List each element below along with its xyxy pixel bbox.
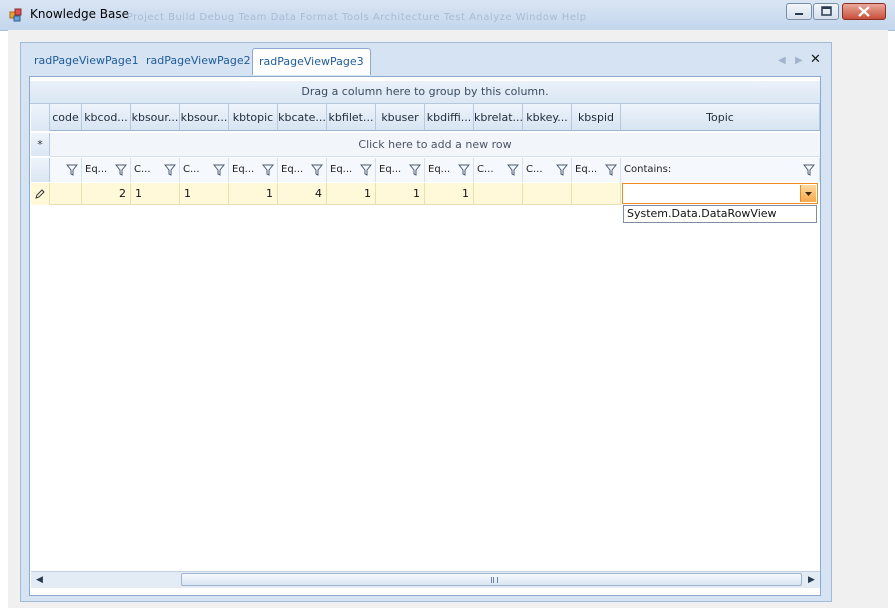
filter-cell-code[interactable] [50,158,82,182]
filter-operator: C... [183,164,200,175]
filter-icon[interactable] [803,164,815,176]
filter-cell-topic[interactable]: Contains: [621,158,820,182]
column-header-kbrelated[interactable]: kbrelat... [474,104,523,131]
minimize-button[interactable] [786,3,812,20]
cell-kbdifficulty[interactable]: 1 [425,183,474,205]
horizontal-scrollbar[interactable]: ◀ ▶ [31,571,820,588]
scrollbar-grip-icon [491,577,498,583]
column-header-kbdifficulty[interactable]: kbdiffi... [425,104,474,131]
tab-close-icon[interactable]: ✕ [810,52,821,67]
filter-icon[interactable] [605,164,617,176]
maximize-icon [821,6,832,16]
header-row-indicator [31,104,50,131]
tab-radpageviewpage1[interactable]: radPageViewPage1 [28,48,145,74]
cell-kbtopic[interactable]: 1 [229,183,278,205]
chevron-down-icon [805,192,812,196]
cell-kbuser[interactable]: 1 [376,183,425,205]
filter-cell-kbtopic[interactable]: Eq... [229,158,278,182]
pencil-icon [35,189,45,199]
column-header-kbfiletype[interactable]: kbfilet... [327,104,376,131]
close-window-button[interactable] [842,3,886,20]
filter-cell-kbrelated[interactable]: C... [474,158,523,182]
filter-cell-kbsource-1[interactable]: C... [131,158,180,182]
filter-cell-kbsource-2[interactable]: C... [180,158,229,182]
column-header-code[interactable]: code [50,104,82,131]
filter-operator: Eq... [428,164,451,175]
tab-scroll-right-icon[interactable]: ▶ [795,55,803,66]
filter-operator: C... [526,164,543,175]
filter-operator: Eq... [232,164,255,175]
column-header-kbkeywords[interactable]: kbkey... [523,104,572,131]
scrollbar-thumb[interactable] [181,573,802,586]
cell-kbsource-1[interactable]: 1 [131,183,180,205]
row-edit-indicator [31,183,50,205]
filter-icon[interactable] [213,164,225,176]
filter-icon[interactable] [507,164,519,176]
cell-kbcode[interactable]: 2 [82,183,131,205]
tab-radpageviewpage3[interactable]: radPageViewPage3 [252,48,371,75]
filter-icon[interactable] [262,164,274,176]
filter-operator: Eq... [281,164,304,175]
filter-cell-kbfiletype[interactable]: Eq... [327,158,376,182]
filter-cell-kbdifficulty[interactable]: Eq... [425,158,474,182]
filter-operator: Eq... [575,164,598,175]
filter-operator: Eq... [379,164,402,175]
filter-operator: Eq... [330,164,353,175]
group-panel[interactable]: Drag a column here to group by this colu… [30,81,820,104]
column-header-kbsource-1[interactable]: kbsour... [131,104,180,131]
filter-cell-kbuser[interactable]: Eq... [376,158,425,182]
tab-scroll-left-icon[interactable]: ◀ [778,55,786,66]
scroll-left-arrow-icon[interactable]: ◀ [36,575,43,585]
filter-icon[interactable] [458,164,470,176]
minimize-icon [795,13,803,15]
column-header-kbcategory[interactable]: kbcate... [278,104,327,131]
cell-kbfiletype[interactable]: 1 [327,183,376,205]
topic-combobox[interactable] [622,183,818,204]
column-header-kbtopic[interactable]: kbtopic [229,104,278,131]
filter-row-indicator [31,158,50,182]
filter-cell-kbcode[interactable]: Eq... [82,158,131,182]
column-header-kbsource-2[interactable]: kbsour... [180,104,229,131]
title-bar: Knowledge Base ... Project Build Debug T… [0,0,895,31]
filter-operator: C... [477,164,494,175]
filter-operator: Contains: [624,164,672,175]
new-row-indicator: * [31,133,50,156]
filter-icon[interactable] [164,164,176,176]
column-header-topic[interactable]: Topic [621,104,820,131]
column-header-kbcode[interactable]: kbcod... [82,104,131,131]
app-icon [9,8,22,22]
filter-icon[interactable] [409,164,421,176]
background-menu-text: ... Project Build Debug Team Data Format… [112,12,587,23]
maximize-button[interactable] [813,3,839,20]
cell-kbcategory[interactable]: 4 [278,183,327,205]
filter-icon[interactable] [360,164,372,176]
column-header-kbspid[interactable]: kbspid [572,104,621,131]
cell-kbrelated[interactable] [474,183,523,205]
filter-operator: Eq... [85,164,108,175]
close-icon [858,6,870,17]
filter-icon[interactable] [556,164,568,176]
cell-code[interactable] [50,183,82,205]
filter-icon[interactable] [66,164,78,176]
cell-kbkeywords[interactable] [523,183,572,205]
filter-cell-kbcategory[interactable]: Eq... [278,158,327,182]
tab-radpageviewpage2[interactable]: radPageViewPage2 [140,48,257,74]
combobox-dropdown-button[interactable] [800,185,816,202]
add-new-row[interactable]: Click here to add a new row [50,133,820,157]
cell-kbspid[interactable] [572,183,621,205]
cell-kbsource-2[interactable]: 1 [180,183,229,205]
filter-icon[interactable] [311,164,323,176]
filter-cell-kbkeywords[interactable]: C... [523,158,572,182]
filter-operator: C... [134,164,151,175]
filter-cell-kbspid[interactable]: Eq... [572,158,621,182]
topic-dropdown-list-item[interactable]: System.Data.DataRowView [623,205,817,223]
column-header-kbuser[interactable]: kbuser [376,104,425,131]
scroll-right-arrow-icon[interactable]: ▶ [808,575,815,585]
filter-icon[interactable] [115,164,127,176]
